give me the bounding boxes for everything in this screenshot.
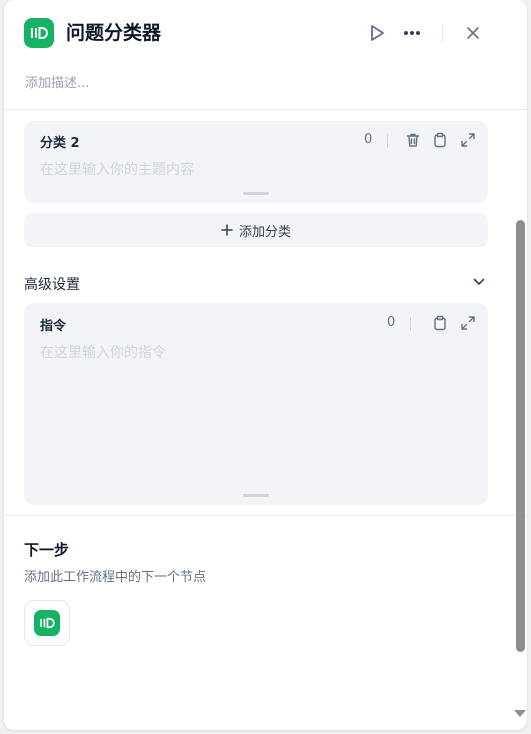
trash-icon — [406, 133, 420, 147]
card-separator — [387, 134, 388, 148]
instruction-input[interactable]: 在这里输入你的指令 — [40, 342, 166, 362]
chevron-down-icon — [473, 278, 485, 285]
clipboard-icon — [434, 132, 446, 148]
plus-icon — [221, 224, 233, 236]
instruction-title: 指令 — [40, 319, 67, 334]
next-node-button[interactable] — [24, 600, 70, 646]
classifier-icon — [24, 18, 54, 48]
scrollbar[interactable] — [513, 112, 527, 728]
classifier-icon — [34, 610, 60, 636]
expand-instruction-button[interactable] — [457, 312, 479, 334]
advanced-settings-label[interactable]: 高级设置 — [24, 274, 80, 294]
clipboard-icon — [434, 315, 446, 331]
resize-handle[interactable] — [243, 192, 269, 195]
resize-handle[interactable] — [243, 494, 269, 497]
next-step-description: 添加此工作流程中的下一个节点 — [24, 570, 207, 585]
panel-header: 问题分类器 添加描述... — [4, 0, 527, 110]
advanced-settings-toggle[interactable] — [470, 273, 488, 291]
node-panel: 问题分类器 添加描述... 分类 2 0 在这里输入你的主题内容 添加分类 高级… — [4, 0, 527, 730]
copy-instruction-button[interactable] — [429, 312, 451, 334]
copy-class-button[interactable] — [429, 129, 451, 151]
more-icon — [404, 31, 420, 35]
run-button[interactable] — [363, 19, 391, 47]
description-input[interactable]: 添加描述... — [25, 72, 89, 91]
scrollbar-thumb[interactable] — [516, 220, 525, 652]
expand-class-button[interactable] — [457, 129, 479, 151]
card-separator — [410, 317, 411, 331]
instruction-card: 指令 0 在这里输入你的指令 — [24, 303, 488, 505]
delete-class-button[interactable] — [402, 129, 424, 151]
expand-icon — [461, 316, 475, 330]
expand-icon — [461, 133, 475, 147]
add-class-label: 添加分类 — [238, 224, 291, 240]
play-icon — [371, 25, 384, 41]
page-title: 问题分类器 — [66, 22, 162, 44]
instruction-count: 0 — [387, 315, 396, 330]
header-divider — [442, 24, 443, 42]
next-step-title: 下一步 — [24, 541, 70, 559]
close-icon — [467, 27, 479, 39]
class-topic-input[interactable]: 在这里输入你的主题内容 — [40, 159, 194, 179]
class-count: 0 — [364, 132, 373, 147]
scroll-down-arrow[interactable] — [514, 710, 526, 717]
add-class-button[interactable]: 添加分类 — [24, 213, 488, 247]
more-button[interactable] — [398, 19, 426, 47]
class-title: 分类 2 — [40, 136, 80, 151]
class-card: 分类 2 0 在这里输入你的主题内容 — [24, 121, 488, 203]
close-button[interactable] — [459, 19, 487, 47]
section-divider — [4, 515, 527, 516]
